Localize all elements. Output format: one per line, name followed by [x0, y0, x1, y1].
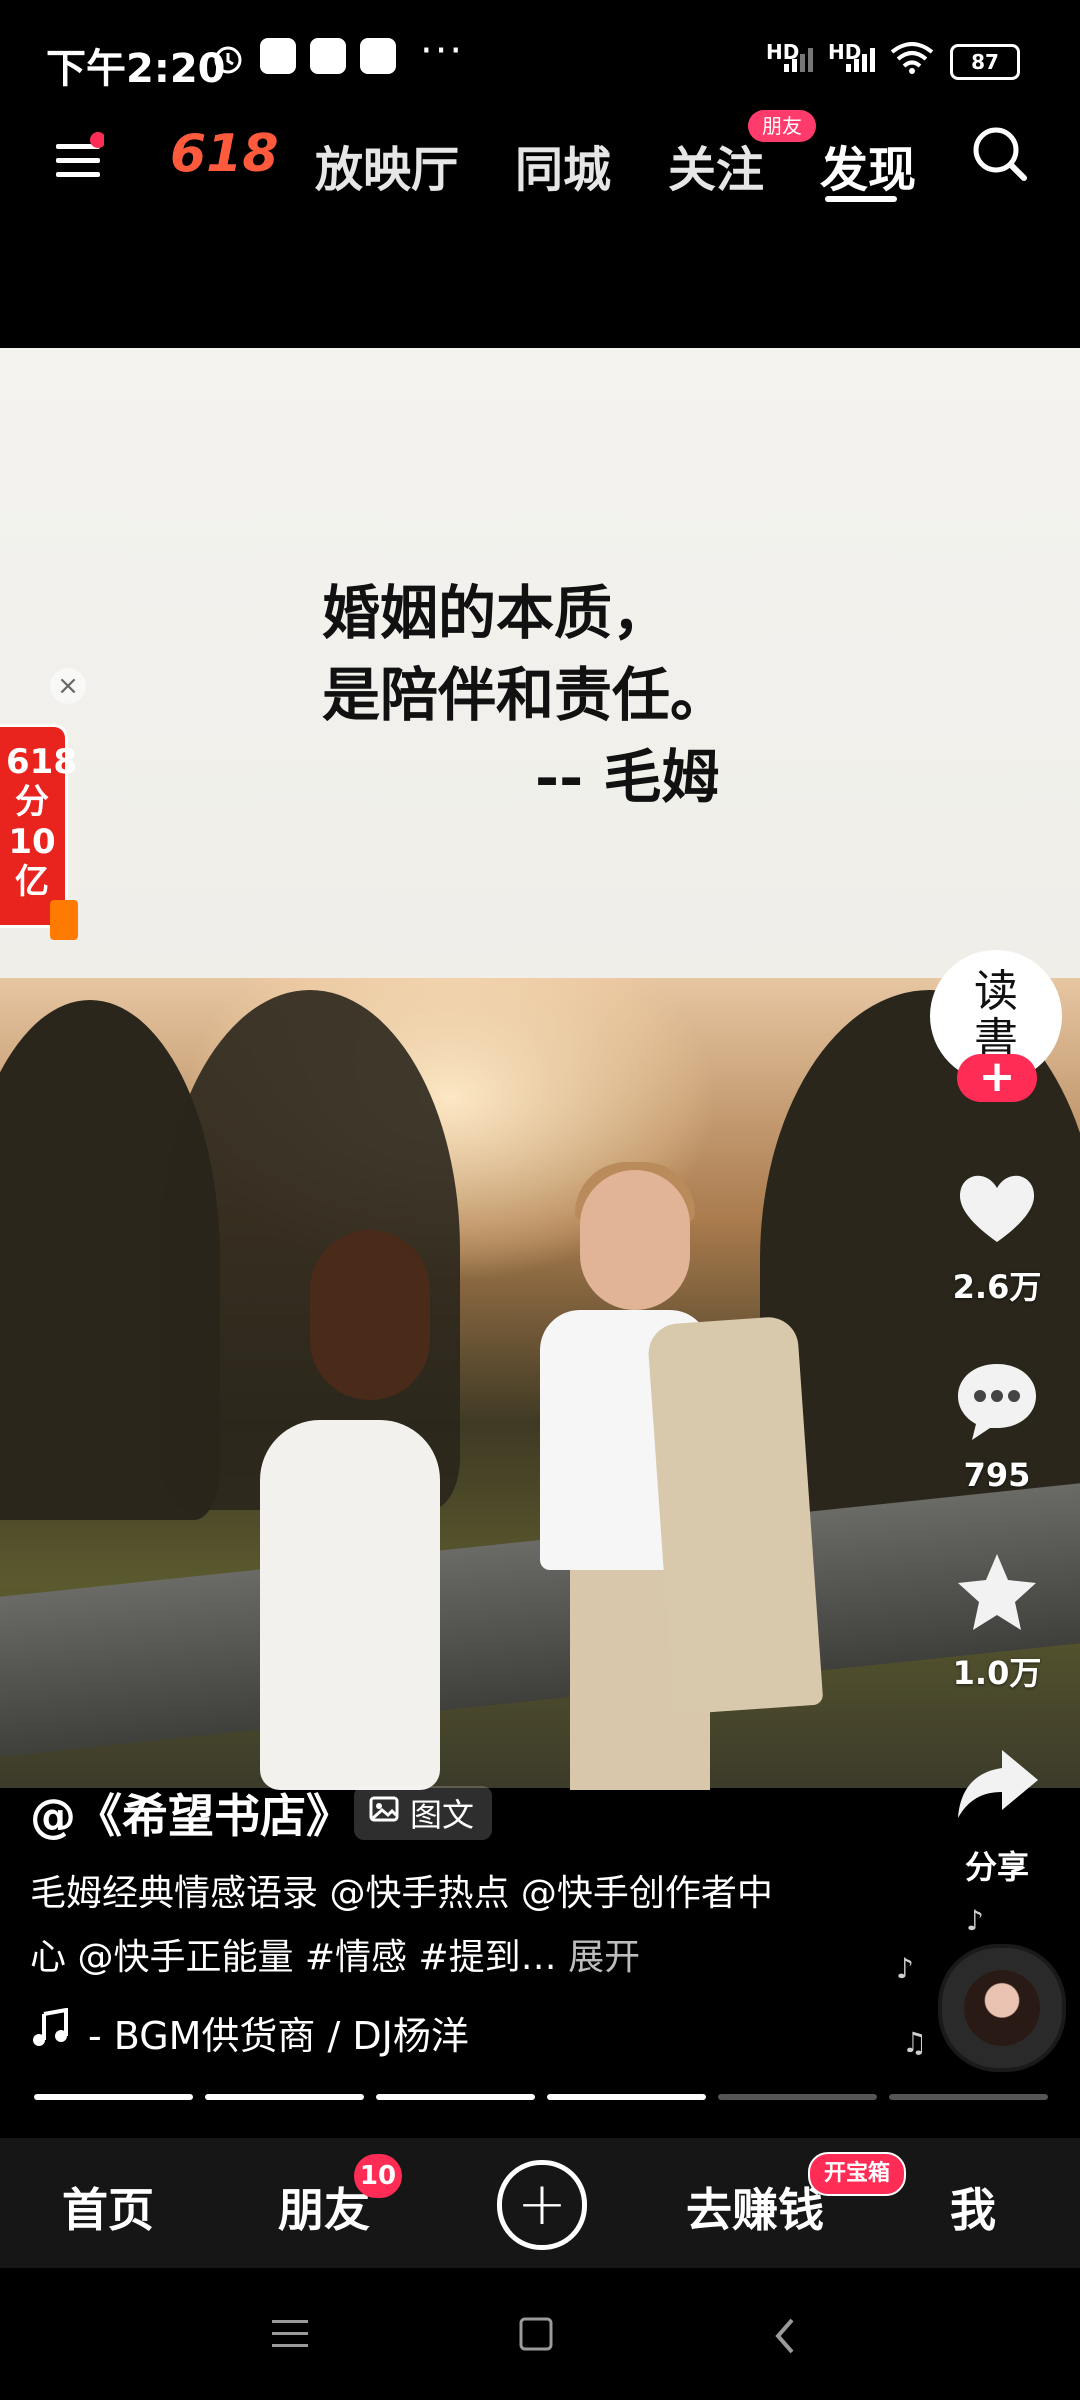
music-cover-image: [964, 1970, 1040, 2046]
qq-notification-icon: [310, 38, 346, 74]
share-arrow-icon[interactable]: [952, 1740, 1042, 1830]
favorite-count: 1.0万: [952, 1654, 1042, 1692]
woman-figure-dress: [260, 1420, 440, 1790]
quote-line-1: 婚姻的本质，: [322, 579, 671, 647]
music-title: - BGM供货商 / DJ杨洋: [88, 2014, 469, 2058]
back-chevron-icon[interactable]: [770, 2316, 800, 2360]
follow-button[interactable]: +: [957, 1054, 1037, 1102]
create-post-button[interactable]: +: [497, 2160, 587, 2250]
post-description[interactable]: 毛姆经典情感语录 @快手热点 @快手创作者中心 @快手正能量 #情感 #提到… …: [30, 1862, 790, 1990]
app-notification-icon: [260, 38, 296, 74]
friends-badge: 10: [354, 2154, 402, 2198]
hamburger-menu-icon[interactable]: [54, 132, 106, 186]
progress-segment: [889, 2094, 1048, 2100]
home-square-icon[interactable]: [518, 2316, 554, 2356]
progress-segment: [547, 2094, 706, 2100]
progress-segment: [718, 2094, 877, 2100]
avatar-char-1: 读: [974, 966, 1018, 1017]
red-envelope-icon: [50, 900, 78, 940]
signal-icon-2: [844, 44, 884, 78]
floating-note-icon: ♪: [966, 1904, 984, 1937]
search-icon[interactable]: [970, 124, 1030, 188]
like-count: 2.6万: [952, 1268, 1042, 1306]
menu-icon[interactable]: [270, 2316, 310, 2356]
man-figure-head: [580, 1170, 690, 1310]
music-disc-avatar[interactable]: [938, 1944, 1066, 2072]
battery-indicator: 87: [950, 44, 1020, 80]
calendar-notification-icon: [360, 38, 396, 74]
author-handle[interactable]: @《希望书店》: [30, 1780, 352, 1846]
description-text: 毛姆经典情感语录 @快手热点 @快手创作者中心 @快手正能量 #情感 #提到…: [30, 1873, 773, 1978]
floating-note-icon: ♫: [902, 2026, 928, 2059]
post-type-label: 图文: [410, 1796, 475, 1834]
logo-618[interactable]: 618: [170, 124, 279, 184]
music-info[interactable]: - BGM供货商 / DJ杨洋: [30, 2005, 469, 2060]
tab-cinema[interactable]: 放映厅: [315, 130, 459, 200]
comment-icon[interactable]: [952, 1356, 1042, 1446]
tab-following[interactable]: 关注: [668, 130, 764, 200]
star-icon[interactable]: [952, 1548, 1042, 1638]
tab-local[interactable]: 同城: [515, 130, 611, 200]
woman-figure-head: [310, 1230, 430, 1400]
tab-discover[interactable]: 发现: [820, 130, 916, 200]
nav-me[interactable]: 我: [950, 2174, 996, 2240]
active-tab-indicator: [825, 196, 897, 202]
progress-segment: [205, 2094, 364, 2100]
share-label: 分享: [964, 1848, 1029, 1886]
wifi-icon: [888, 40, 936, 80]
nav-home[interactable]: 首页: [62, 2174, 154, 2240]
image-text-icon: [368, 1793, 400, 1833]
promo-text: 618分10亿: [6, 742, 77, 902]
music-note-icon: [30, 2007, 70, 2057]
progress-segment: [34, 2094, 193, 2100]
man-figure-jacket: [646, 1315, 824, 1715]
status-time: 下午2:20: [46, 46, 226, 92]
signal-icon-1: [782, 44, 822, 78]
treasure-box-badge: 开宝箱: [808, 2152, 907, 2196]
promo-close-icon[interactable]: ×: [50, 668, 86, 704]
friend-badge: 朋友: [748, 110, 816, 142]
post-progress-bar: [34, 2094, 1048, 2100]
comment-count: 795: [963, 1456, 1031, 1494]
progress-segment: [376, 2094, 535, 2100]
quote-text: 婚姻的本质， 是陪伴和责任。: [322, 572, 728, 736]
top-navigation: 618 放映厅 同城 关注 朋友 发现: [0, 110, 1080, 230]
quote-line-2: 是陪伴和责任。: [322, 661, 729, 729]
system-navigation-bar: [0, 2268, 1080, 2400]
quote-author: -- 毛姆: [535, 743, 720, 811]
nav-earn[interactable]: 去赚钱: [686, 2174, 824, 2240]
floating-note-icon: ♪: [896, 1952, 914, 1985]
more-notifications: ···: [420, 28, 465, 74]
expand-link[interactable]: 展开: [568, 1937, 640, 1978]
status-bar: 下午2:20 ··· HD HD 87: [0, 0, 1080, 120]
logo-618-label: 618: [170, 124, 279, 184]
heart-icon[interactable]: [952, 1162, 1042, 1252]
alarm-icon: [210, 40, 246, 80]
post-type-chip: 图文: [354, 1786, 493, 1840]
